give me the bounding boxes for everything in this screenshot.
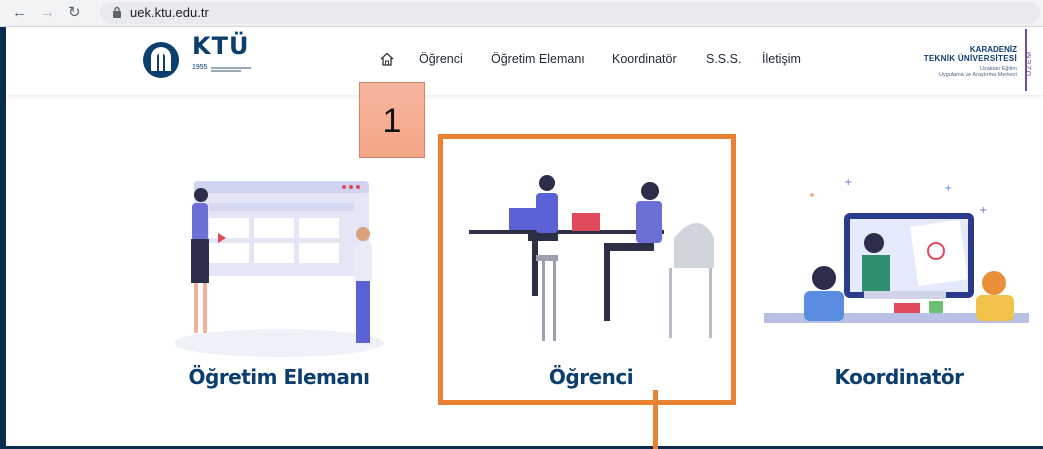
step-number-badge: 1 [359, 82, 425, 158]
address-bar[interactable]: uek.ktu.edu.tr [100, 2, 1040, 24]
back-arrow-icon[interactable]: ← [12, 3, 27, 23]
highlight-pointer-line [653, 390, 658, 449]
site-header: KTÜ 1955 Öğrenci Öğretim Elemanı Koordin… [6, 27, 1043, 95]
uzem-line1: KARADENİZ [969, 45, 1017, 54]
highlight-box [438, 134, 736, 405]
nav-sss[interactable]: S.S.S. [706, 52, 741, 66]
logo-year: 1955 [192, 64, 208, 71]
svg-text:+: + [944, 183, 952, 194]
uzem-line4: Uygulama ve Araştırma Merkezi [939, 72, 1017, 78]
lock-icon [113, 6, 121, 18]
nav-ogrenci[interactable]: Öğrenci [419, 52, 463, 66]
url-text: uek.ktu.edu.tr [130, 5, 209, 20]
koordinator-illustration[interactable]: + + + [764, 173, 1029, 361]
uzem-logo[interactable]: KARADENİZ TEKNİK ÜNİVERSİTESİ Uzaktan Eğ… [897, 45, 1017, 78]
home-icon[interactable] [379, 51, 395, 67]
forward-arrow-icon[interactable]: → [40, 3, 55, 23]
uzem-side-label: UZEM [1023, 50, 1033, 77]
reload-icon[interactable]: ↻ [68, 3, 81, 23]
svg-text:+: + [844, 177, 852, 188]
ogretim-elemani-illustration[interactable] [154, 173, 404, 361]
nav-iletisim[interactable]: İletişim [762, 52, 801, 66]
browser-toolbar: ← → ↻ uek.ktu.edu.tr [0, 0, 1043, 27]
logo-text: KTÜ [192, 32, 250, 60]
card-label-ogretim-elemani[interactable]: Öğretim Elemanı [154, 365, 404, 389]
svg-text:+: + [979, 205, 987, 216]
nav-ogretim-elemani[interactable]: Öğretim Elemanı [491, 52, 585, 66]
logo-subtitle-lines [211, 66, 251, 72]
card-label-koordinator[interactable]: Koordinatör [774, 365, 1024, 389]
uzem-line2: TEKNİK ÜNİVERSİTESİ [923, 54, 1017, 63]
nav-koordinator[interactable]: Koordinatör [612, 52, 677, 66]
